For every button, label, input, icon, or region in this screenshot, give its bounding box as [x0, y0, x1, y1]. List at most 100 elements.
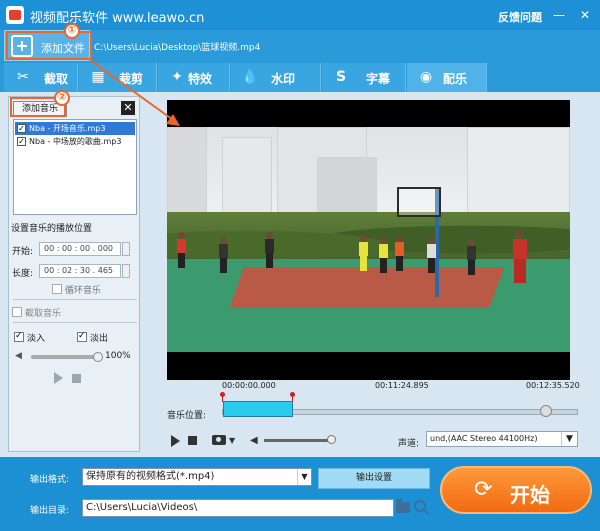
player [379, 237, 388, 273]
length-label: 长度: [12, 269, 34, 279]
list-item[interactable]: ✓ Nba - 开场音乐.mp3 [15, 122, 135, 135]
speaker-icon: ◀ [15, 351, 22, 361]
playhead-knob[interactable] [540, 405, 552, 417]
music-list[interactable]: ✓ Nba - 开场音乐.mp3 ✓ Nba - 中场放的歌曲.mp3 [13, 119, 137, 215]
timeline-start-time: 00:00:00.000 [222, 381, 276, 390]
folder-icon[interactable] [396, 499, 410, 513]
list-item[interactable]: ✓ Nba - 中场放的歌曲.mp3 [15, 135, 135, 148]
tab-effects[interactable]: ✦ 特效 [158, 63, 230, 92]
music-segment[interactable] [223, 401, 293, 417]
film-icon: ▦ [91, 69, 105, 85]
checkbox-checked-icon[interactable]: ✓ [17, 137, 26, 146]
music-item-name: Nba - 中场放的歌曲.mp3 [29, 137, 122, 146]
fade-out-label: 淡出 [90, 334, 109, 344]
music-panel-close-button[interactable]: ✕ [121, 101, 135, 115]
channel-select[interactable]: und,(AAC Stereo 44100Hz) ▼ [426, 431, 578, 447]
annotation-badge-2: ② [54, 90, 70, 106]
video-preview[interactable] [167, 100, 570, 380]
fade-in-checkbox[interactable] [14, 331, 24, 342]
tab-clip-label: 截取 [44, 72, 69, 86]
trim-music-label: 截取音乐 [25, 309, 62, 319]
annotation-badge-1: ① [64, 23, 80, 39]
channel-label: 声道: [398, 439, 420, 449]
music-stop-button[interactable] [72, 374, 81, 383]
close-button[interactable]: ✕ [578, 8, 592, 22]
output-format-value: 保持原有的视频格式(*.mp4) [86, 471, 215, 482]
tab-music[interactable]: ◉ 配乐 [407, 63, 487, 92]
player [219, 237, 228, 273]
output-bar: 输出格式: 保持原有的视频格式(*.mp4) ▼ 输出设置 输出目录: C:\U… [0, 457, 600, 531]
stop-button[interactable] [188, 436, 197, 445]
droplet-icon: 💧 [241, 69, 259, 85]
output-settings-button[interactable]: 输出设置 [318, 468, 430, 489]
video-volume-knob[interactable] [327, 435, 336, 444]
player [427, 237, 436, 273]
player [265, 232, 274, 268]
search-icon[interactable] [414, 500, 426, 512]
minimize-button[interactable]: — [552, 8, 566, 22]
court-key [229, 267, 505, 307]
chevron-down-icon: ▼ [561, 432, 577, 446]
output-dir-input[interactable]: C:\Users\Lucia\Videos\ [82, 499, 394, 517]
chevron-down-icon[interactable]: ▼ [229, 436, 235, 445]
camera-icon[interactable] [212, 435, 226, 445]
checkbox-checked-icon[interactable]: ✓ [17, 124, 26, 133]
output-format-label: 输出格式: [30, 475, 70, 485]
tab-subtitle-label: 字幕 [366, 72, 391, 86]
start-button[interactable]: ⟳ 开始 [440, 466, 592, 514]
tab-crop-label: 裁剪 [119, 72, 144, 86]
feedback-link[interactable]: 反馈问题 [498, 9, 542, 25]
player [177, 232, 186, 268]
sparkle-icon: ✦ [171, 69, 183, 85]
timeline-end-time: 00:12:35.520 [526, 381, 580, 390]
music-disc-icon: ◉ [419, 69, 433, 85]
main-area: 添加音乐 ✕ ✓ Nba - 开场音乐.mp3 ✓ Nba - 中场放的歌曲.m… [0, 92, 600, 457]
tab-watermark-label: 水印 [271, 72, 296, 86]
music-volume-slider[interactable] [31, 355, 97, 359]
start-time-input[interactable]: 00 : 00 : 00 . 000 [39, 242, 121, 256]
annotation-highlight-add-file [6, 31, 92, 60]
tab-subtitle[interactable]: S 字幕 [322, 63, 406, 92]
fade-in-label: 淡入 [27, 334, 46, 344]
start-button-label: 开始 [510, 483, 550, 507]
loop-music-label: 循环音乐 [65, 286, 102, 296]
length-time-spinner[interactable] [122, 264, 130, 278]
play-button[interactable] [171, 435, 180, 447]
divider [13, 322, 137, 323]
tab-clip[interactable]: ✂ 截取 [4, 63, 78, 92]
tab-crop[interactable]: ▦ 裁剪 [79, 63, 157, 92]
segment-end-line [292, 396, 293, 402]
start-time-spinner[interactable] [122, 242, 130, 256]
player [467, 239, 476, 275]
output-format-select[interactable]: 保持原有的视频格式(*.mp4) ▼ [82, 468, 312, 486]
divider [13, 299, 137, 300]
music-position-label: 音乐位置: [167, 411, 207, 421]
music-panel: 添加音乐 ✕ ✓ Nba - 开场音乐.mp3 ✓ Nba - 中场放的歌曲.m… [8, 96, 140, 452]
tab-music-label: 配乐 [443, 72, 468, 86]
loop-music-checkbox[interactable] [52, 284, 62, 294]
player [359, 235, 368, 271]
timeline-current-time: 00:11:24.895 [375, 381, 429, 390]
player [513, 230, 527, 284]
segment-start-line [222, 396, 223, 402]
player [395, 235, 404, 271]
basketball-hoop [397, 187, 441, 217]
tab-watermark[interactable]: 💧 水印 [231, 63, 321, 92]
music-volume-knob[interactable] [93, 352, 103, 362]
fade-out-checkbox[interactable] [77, 331, 87, 342]
feature-tabs: ✂ 截取 ▦ 裁剪 ✦ 特效 💧 水印 S 字幕 ◉ 配乐 [0, 61, 600, 92]
title-bar: 视频配乐软件 www.leawo.cn 反馈问题 — ✕ [0, 0, 600, 30]
output-dir-label: 输出目录: [30, 506, 70, 516]
trim-music-checkbox[interactable] [12, 307, 22, 317]
length-time-input[interactable]: 00 : 02 : 30 . 465 [39, 264, 121, 278]
chevron-down-icon: ▼ [297, 469, 311, 485]
channel-value: und,(AAC Stereo 44100Hz) [430, 434, 538, 443]
video-volume-slider[interactable] [264, 439, 332, 442]
speaker-icon: ◀ [250, 435, 258, 446]
video-frame [167, 127, 570, 352]
music-item-name: Nba - 开场音乐.mp3 [29, 124, 106, 133]
tab-effects-label: 特效 [188, 72, 213, 86]
music-play-button[interactable] [54, 372, 63, 384]
window-title: 视频配乐软件 www.leawo.cn [30, 11, 205, 26]
convert-icon: ⟳ [474, 477, 493, 502]
